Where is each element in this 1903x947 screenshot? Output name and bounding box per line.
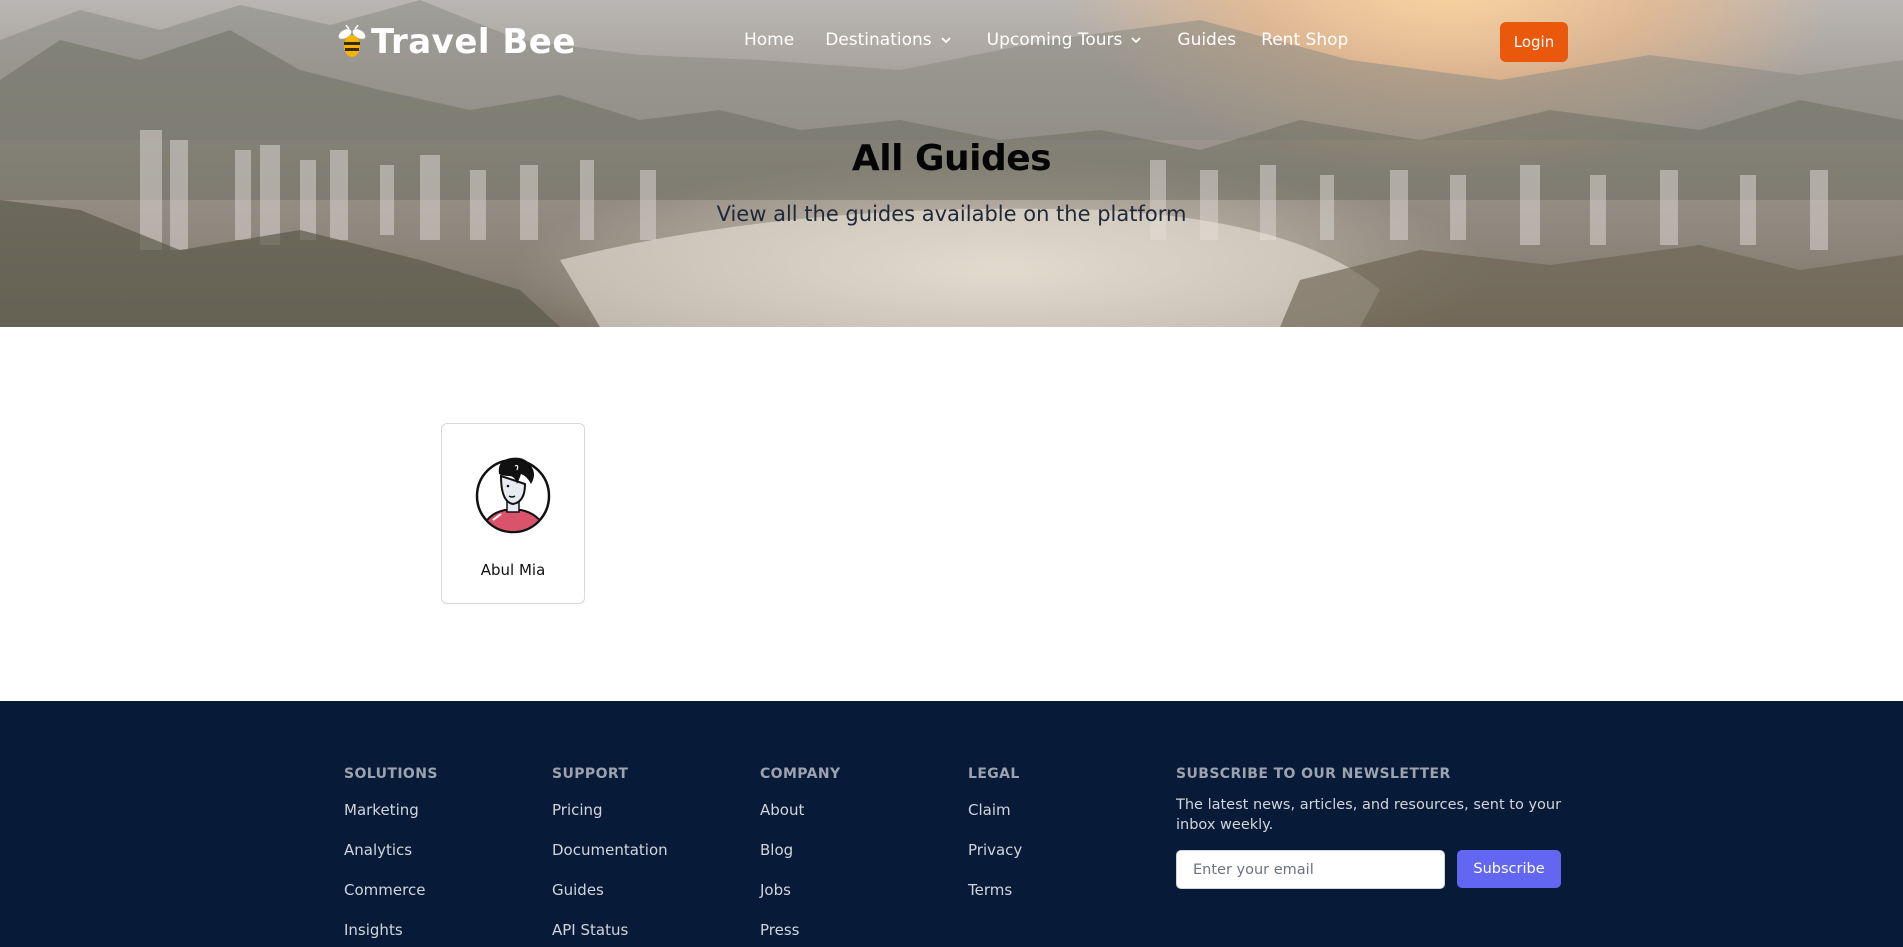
nav-rent-shop[interactable]: Rent Shop [1261,30,1348,50]
site-footer: SOLUTIONS Marketing Analytics Commerce I… [0,701,1903,947]
nav-destinations-label: Destinations [825,30,932,50]
footer-link-blog[interactable]: Blog [760,841,841,881]
newsletter-section: SUBSCRIBE TO OUR NEWSLETTER The latest n… [1176,766,1576,889]
footer-link-press[interactable]: Press [760,921,841,947]
nav-home-label: Home [744,30,795,50]
nav-rent-shop-label: Rent Shop [1261,30,1349,50]
footer-column-company: COMPANY About Blog Jobs Press [760,766,841,947]
footer-link-terms[interactable]: Terms [968,881,1022,921]
footer-link-about[interactable]: About [760,801,841,841]
bee-icon [338,25,366,57]
newsletter-form: Subscribe [1176,850,1576,889]
footer-column-support: SUPPORT Pricing Documentation Guides API… [552,766,668,947]
nav-upcoming-tours-label: Upcoming Tours [986,30,1123,50]
footer-column-title: COMPANY [760,766,841,782]
newsletter-email-input[interactable] [1176,850,1445,889]
brand-logo[interactable]: Travel Bee [337,22,576,62]
nav-upcoming-tours[interactable]: Upcoming Tours [987,30,1143,50]
footer-link-privacy[interactable]: Privacy [968,841,1022,881]
footer-link-pricing[interactable]: Pricing [552,801,668,841]
footer-link-claim[interactable]: Claim [968,801,1022,841]
guide-card[interactable]: Abul Mia [441,423,585,604]
chevron-down-icon [1131,37,1142,44]
footer-column-title: LEGAL [968,766,1020,782]
footer-link-analytics[interactable]: Analytics [344,841,438,881]
main-nav: Home Destinations Upcoming Tours Guides … [744,30,1348,50]
page-subtitle: View all the guides available on the pla… [716,202,1187,226]
footer-link-commerce[interactable]: Commerce [344,881,438,921]
nav-home[interactable]: Home [744,30,794,50]
footer-link-jobs[interactable]: Jobs [760,881,841,921]
nav-guides[interactable]: Guides [1177,30,1236,50]
newsletter-description: The latest news, articles, and resources… [1176,797,1562,833]
footer-column-title: SOLUTIONS [344,766,438,782]
brand-name: Travel Bee [371,22,576,62]
footer-column-legal: LEGAL Claim Privacy Terms [968,766,1022,921]
subscribe-button[interactable]: Subscribe [1457,850,1561,888]
hero-banner: Travel Bee Home Destinations Upcoming To… [0,0,1903,327]
newsletter-title: SUBSCRIBE TO OUR NEWSLETTER [1176,766,1451,782]
footer-column-title: SUPPORT [552,766,629,782]
login-button[interactable]: Login [1500,22,1568,62]
page-title: All Guides [851,138,1052,179]
nav-guides-label: Guides [1177,30,1237,50]
nav-destinations[interactable]: Destinations [825,30,951,50]
footer-link-documentation[interactable]: Documentation [552,841,668,881]
guide-name: Abul Mia [480,561,546,579]
footer-link-guides[interactable]: Guides [552,881,668,921]
person-avatar-icon [475,457,551,534]
footer-link-insights[interactable]: Insights [344,921,438,947]
footer-column-solutions: SOLUTIONS Marketing Analytics Commerce I… [344,766,438,947]
footer-link-marketing[interactable]: Marketing [344,801,438,841]
footer-link-api-status[interactable]: API Status [552,921,668,947]
chevron-down-icon [940,37,951,44]
